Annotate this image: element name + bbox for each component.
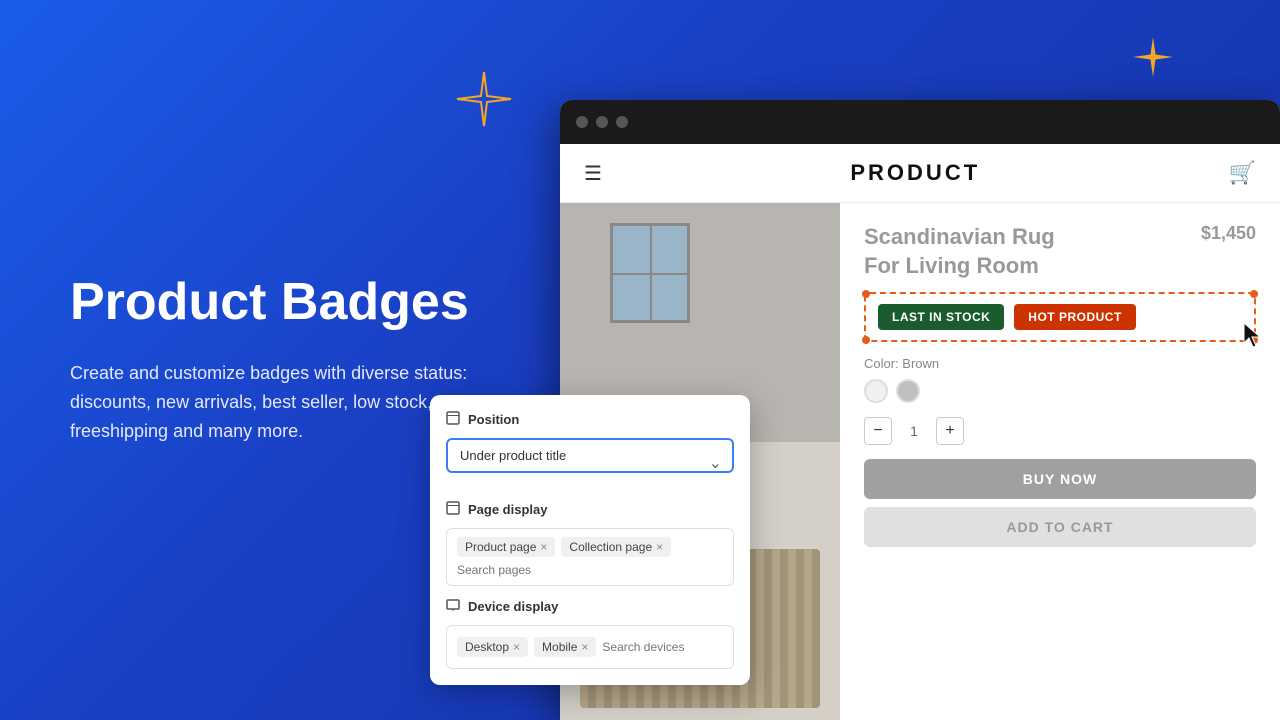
cart-icon[interactable]: 🛒: [1229, 160, 1256, 186]
product-details: Scandinavian Rug For Living Room $1,450 …: [840, 203, 1280, 720]
browser-dot-green: [616, 116, 628, 128]
buy-now-button[interactable]: BUY NOW: [864, 459, 1256, 499]
color-swatch-gray[interactable]: [896, 379, 920, 403]
page-title: Product Badges: [70, 274, 470, 331]
page-display-icon: [446, 501, 460, 518]
tag-desktop-close[interactable]: ×: [513, 641, 520, 653]
color-swatches: [864, 379, 1256, 403]
page-display-tags[interactable]: Product page × Collection page ×: [446, 528, 734, 586]
browser-dot-yellow: [596, 116, 608, 128]
tag-mobile-close[interactable]: ×: [581, 641, 588, 653]
page-display-header: Page display: [446, 501, 734, 518]
quantity-increase-button[interactable]: +: [936, 417, 964, 445]
room-window: [610, 223, 690, 323]
device-search-input[interactable]: [602, 640, 723, 654]
badge-last-in-stock: LAST IN STOCK: [878, 304, 1004, 330]
badge-corner-tr: [1250, 290, 1258, 298]
position-section-header: Position: [446, 411, 734, 428]
store-name: PRODUCT: [850, 160, 980, 186]
quantity-value: 1: [904, 423, 924, 439]
tag-desktop[interactable]: Desktop ×: [457, 637, 528, 657]
browser-dot-red: [576, 116, 588, 128]
tag-product-page-close[interactable]: ×: [540, 541, 547, 553]
position-label: Position: [468, 412, 519, 427]
product-price: $1,450: [1201, 223, 1256, 244]
device-display-label: Device display: [468, 599, 558, 614]
page-display-label: Page display: [468, 502, 547, 517]
color-swatch-white[interactable]: [864, 379, 888, 403]
position-select-wrapper[interactable]: Under product title: [446, 438, 734, 487]
page-search-input[interactable]: [457, 563, 723, 577]
product-title-price-row: Scandinavian Rug For Living Room $1,450: [864, 223, 1256, 280]
product-title: Scandinavian Rug For Living Room: [864, 223, 1084, 280]
tag-collection-page-close[interactable]: ×: [656, 541, 663, 553]
cursor-pointer: [1240, 321, 1268, 358]
device-display-tags[interactable]: Desktop × Mobile ×: [446, 625, 734, 669]
tag-collection-page[interactable]: Collection page ×: [561, 537, 671, 557]
badge-corner-tl: [862, 290, 870, 298]
color-section: Color: Brown: [864, 356, 1256, 403]
badge-corner-bl: [862, 336, 870, 344]
tag-mobile[interactable]: Mobile ×: [534, 637, 596, 657]
add-to-cart-button[interactable]: ADD TO CART: [864, 507, 1256, 547]
device-display-icon: [446, 598, 460, 615]
position-select[interactable]: Under product title: [446, 438, 734, 473]
browser-bar: [560, 100, 1280, 144]
position-icon: [446, 411, 460, 428]
badge-container: LAST IN STOCK HOT PRODUCT: [864, 292, 1256, 342]
badge-hot-product: HOT PRODUCT: [1014, 304, 1136, 330]
quantity-row: − 1 +: [864, 417, 1256, 445]
settings-panel: Position Under product title Page displa…: [430, 395, 750, 685]
quantity-decrease-button[interactable]: −: [864, 417, 892, 445]
device-display-header: Device display: [446, 598, 734, 615]
store-header: ☰ PRODUCT 🛒: [560, 144, 1280, 203]
page-description: Create and customize badges with diverse…: [70, 359, 470, 445]
color-label: Color: Brown: [864, 356, 1256, 371]
star-decoration-right: [1131, 35, 1175, 84]
tag-product-page[interactable]: Product page ×: [457, 537, 555, 557]
hamburger-icon[interactable]: ☰: [584, 161, 602, 186]
star-decoration-top: [455, 70, 513, 133]
